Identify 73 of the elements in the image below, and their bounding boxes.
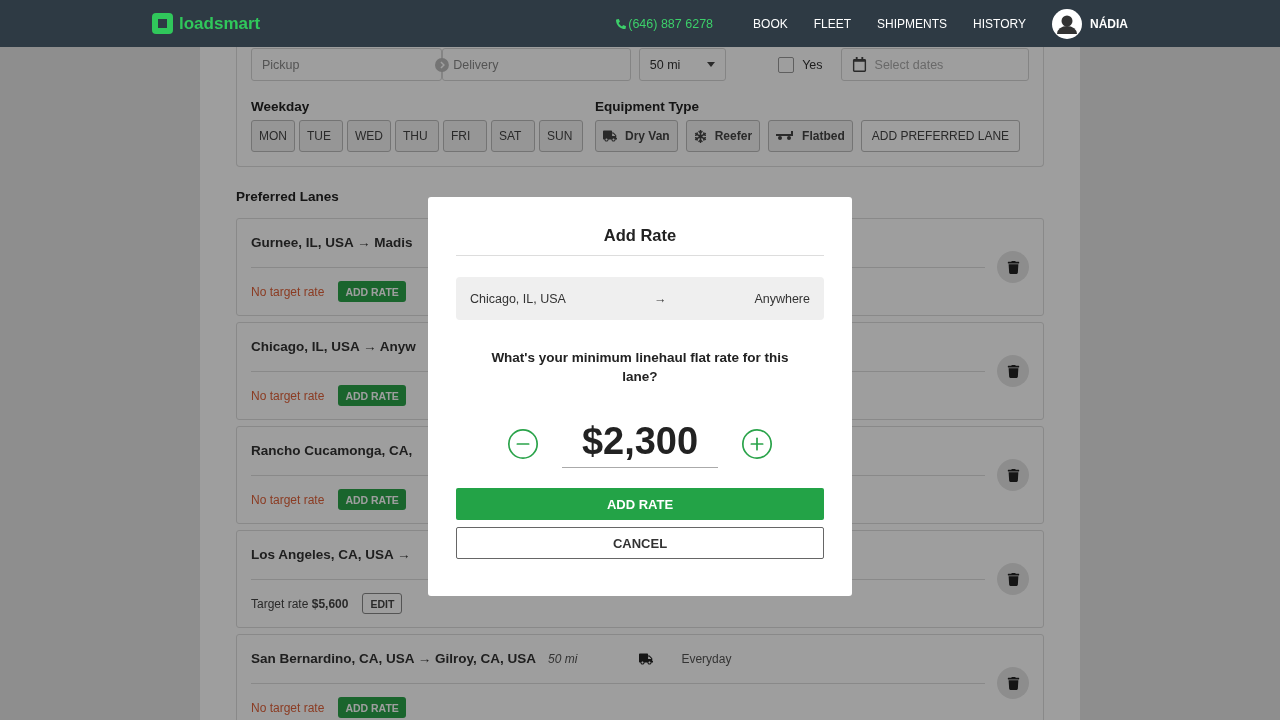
calendar-icon	[851, 57, 867, 72]
weekday-toggle[interactable]: TUE	[299, 120, 343, 152]
phone-link[interactable]: (646) 887 6278	[616, 16, 714, 31]
add-rate-button[interactable]: ADD RATE	[456, 488, 824, 520]
question-text: What's your minimum linehaul flat rate for this lane?	[490, 349, 790, 386]
lane-title: Los Angeles, CA, USA →	[251, 547, 411, 562]
nav-link[interactable]: HISTORY	[973, 16, 1026, 31]
add-rate-button[interactable]: ADD RATE	[338, 281, 406, 302]
rate-status: No target rate	[251, 284, 325, 299]
user-name: NÁDIA	[1090, 16, 1128, 31]
snowflake-icon	[693, 129, 707, 143]
equipment-label: Equipment Type	[595, 99, 700, 114]
dialog-title: Add Rate	[456, 197, 824, 256]
amount-input[interactable]: $2,300	[561, 420, 719, 468]
nav-link[interactable]: FLEET	[813, 16, 852, 31]
origin-text: Chicago, IL, USA	[470, 291, 566, 306]
delete-button[interactable]	[997, 563, 1029, 595]
days-text: Everyday	[681, 651, 732, 666]
destination-text: Anywhere	[754, 291, 810, 306]
distance-text: 50 mi	[548, 651, 578, 666]
weekday-label: Weekday	[251, 99, 311, 114]
rate-status: No target rate	[251, 388, 325, 403]
add-rate-button[interactable]: ADD RATE	[338, 489, 406, 510]
lane-title: Chicago, IL, USA → Anyw	[251, 339, 416, 354]
lane-title: Gurnee, IL, USA → Madis	[251, 235, 413, 250]
radius-dropdown[interactable]: 50 mi	[638, 48, 727, 81]
caret-icon	[707, 62, 716, 67]
phone-icon	[616, 18, 627, 29]
delivery-field[interactable]: Delivery	[442, 48, 631, 81]
weekday-toggle[interactable]: FRI	[443, 120, 487, 152]
rate-status: No target rate	[251, 700, 325, 715]
edit-button[interactable]: EDIT	[362, 593, 403, 614]
nav-link[interactable]: BOOK	[753, 16, 788, 31]
yes-checkbox[interactable]: Yes	[778, 56, 823, 73]
trash-icon	[1006, 676, 1020, 690]
flatbed-trailer-icon	[776, 131, 795, 141]
truck-icon	[603, 129, 617, 143]
rate-status: No target rate	[251, 492, 325, 507]
weekday-toggle[interactable]: MON	[251, 120, 295, 152]
trash-icon	[1006, 572, 1020, 586]
decrease-button[interactable]	[505, 427, 540, 461]
truck-icon	[639, 651, 654, 666]
nav-link[interactable]: SHIPMENTS	[877, 16, 948, 31]
lane-title: San Bernardino, CA, USA → Gilroy, CA, USA	[251, 651, 537, 666]
logo[interactable]: loadsmart	[152, 13, 261, 34]
chevron-right-icon	[435, 57, 450, 72]
weekday-toggle[interactable]: THU	[395, 120, 439, 152]
increase-button[interactable]	[740, 427, 775, 461]
equipment-toggle[interactable]: Flatbed	[768, 120, 853, 152]
lane-title: Rancho Cucamonga, CA,	[251, 443, 413, 458]
logo-icon	[152, 13, 173, 34]
section-heading: Preferred Lanes	[236, 189, 340, 204]
add-rate-button[interactable]: ADD RATE	[338, 385, 406, 406]
trash-icon	[1006, 364, 1020, 378]
add-lane-button[interactable]: ADD PREFERRED LANE	[860, 120, 1021, 152]
rate-status: Target rate $5,600	[251, 596, 349, 611]
trash-icon	[1006, 260, 1020, 274]
add-rate-button[interactable]: ADD RATE	[338, 697, 406, 718]
equipment-toggle[interactable]: Dry Van	[595, 120, 678, 152]
cancel-button[interactable]: CANCEL	[456, 527, 824, 559]
delete-button[interactable]	[997, 667, 1029, 699]
weekday-toggle[interactable]: WED	[347, 120, 391, 152]
delete-button[interactable]	[997, 251, 1029, 283]
avatar-icon[interactable]	[1052, 8, 1082, 39]
trash-icon	[1006, 468, 1020, 482]
delete-button[interactable]	[997, 459, 1029, 491]
pickup-field[interactable]: Pickup	[251, 48, 443, 81]
equipment-toggle[interactable]: Reefer	[685, 120, 761, 152]
weekday-toggle[interactable]: SUN	[539, 120, 583, 152]
delete-button[interactable]	[997, 355, 1029, 387]
arrow-text: →	[653, 291, 667, 306]
weekday-toggle[interactable]: SAT	[491, 120, 535, 152]
logo-text: loadsmart	[179, 13, 261, 34]
